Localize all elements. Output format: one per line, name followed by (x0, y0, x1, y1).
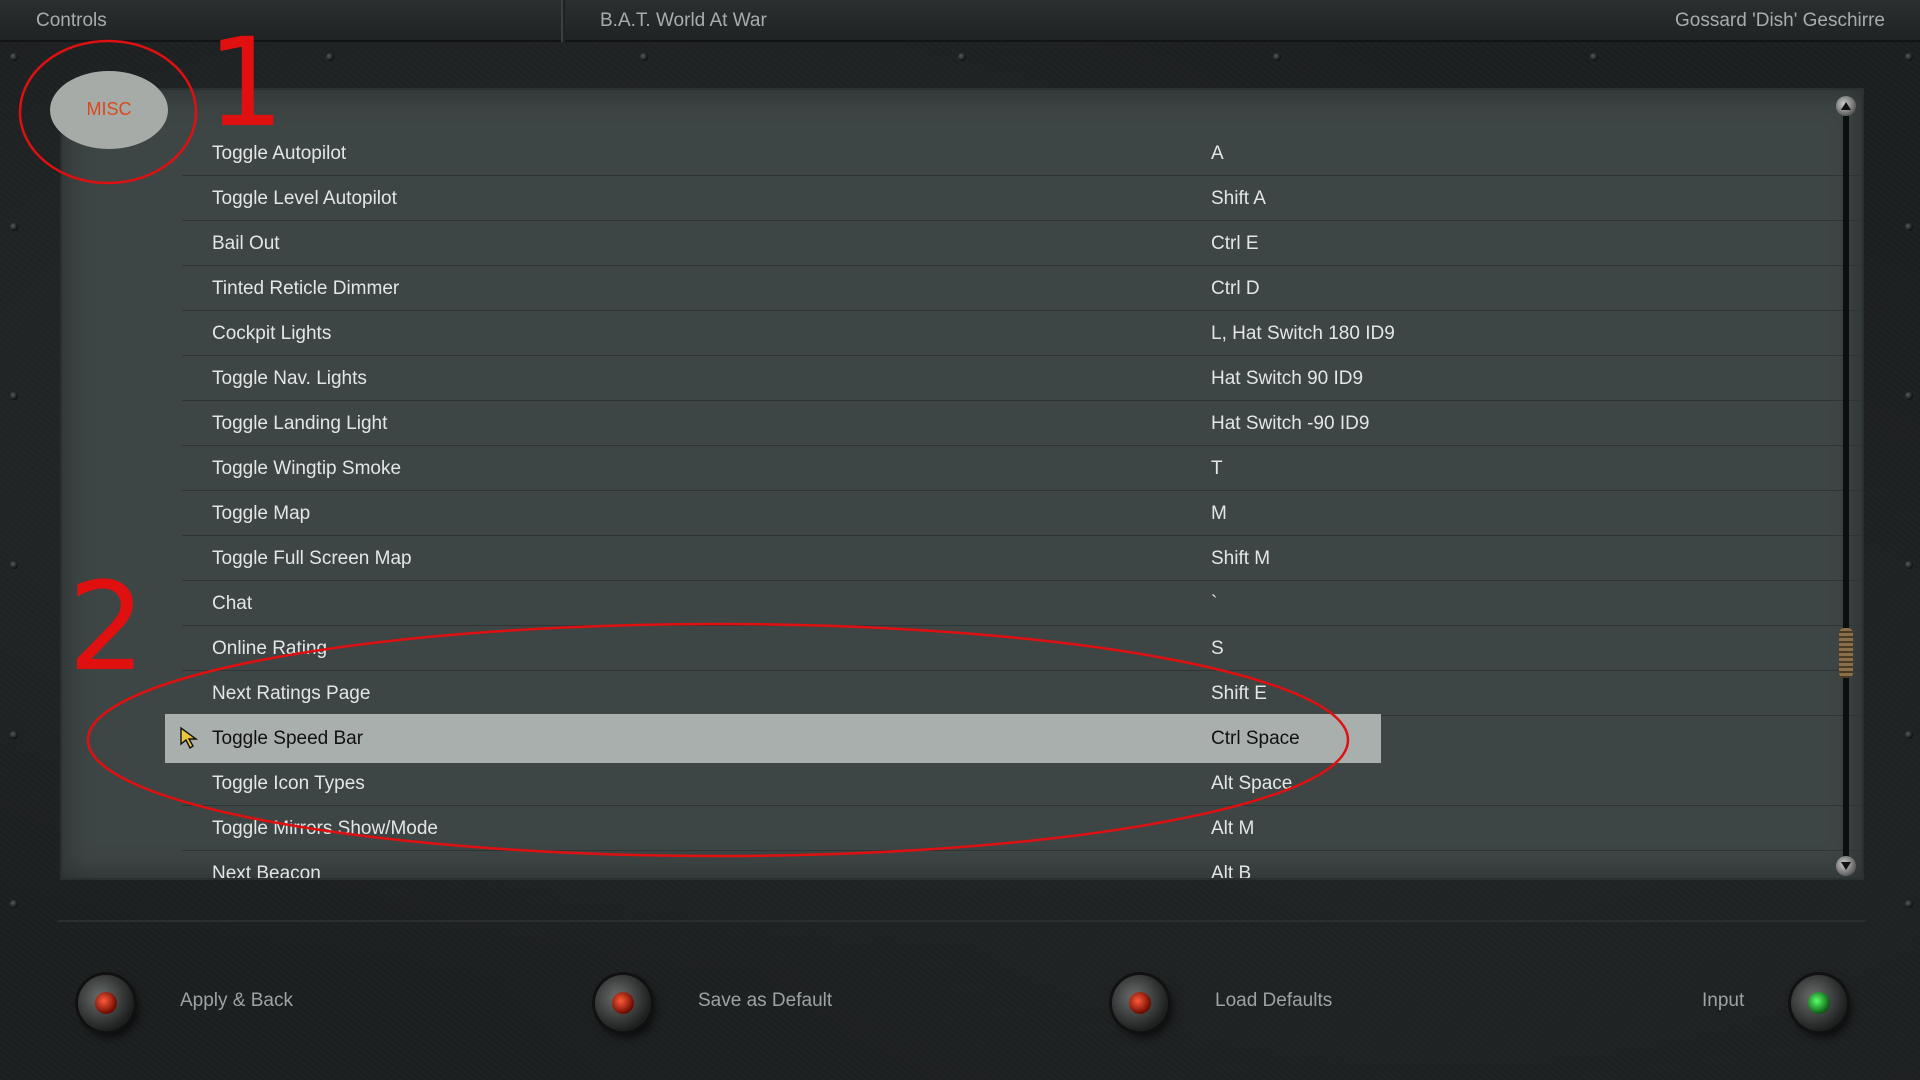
status-lamp-icon (1808, 992, 1830, 1014)
pointer-cursor-icon (180, 726, 199, 750)
title-tab: B.A.T. World At War Gossard 'Dish' Gesch… (565, 0, 1920, 42)
binding-action: Tinted Reticle Dimmer (212, 278, 400, 299)
binding-row[interactable]: Chat ` (182, 581, 1862, 626)
rivet (10, 223, 18, 231)
status-lamp-icon (612, 992, 634, 1014)
binding-action: Toggle Full Screen Map (212, 548, 412, 569)
footer-divider (58, 920, 1866, 922)
status-lamp-icon (95, 992, 117, 1014)
binding-row[interactable]: Online Rating S (182, 626, 1862, 671)
apply-back-button[interactable]: Apply & Back (180, 990, 293, 1012)
binding-key[interactable]: T (1211, 458, 1223, 480)
binding-row[interactable]: Toggle Mirrors Show/Mode Alt M (182, 806, 1862, 851)
bindings-panel: Toggle Autopilot A Toggle Level Autopilot S… (62, 90, 1862, 878)
binding-action: Toggle Nav. Lights (212, 368, 367, 389)
rivet (1905, 731, 1913, 739)
scroll-down-button[interactable] (1836, 856, 1856, 876)
rivet (958, 53, 966, 61)
binding-row[interactable]: Toggle Level Autopilot Shift A (182, 176, 1862, 221)
category-misc-button[interactable]: MISC (50, 71, 168, 149)
rivet (1905, 53, 1913, 61)
binding-action: Next Beacon (212, 863, 321, 878)
binding-action: Toggle Icon Types (212, 773, 365, 794)
user-name: Gossard 'Dish' Geschirre (1675, 10, 1885, 31)
apply-back-knob[interactable] (78, 975, 134, 1031)
binding-row[interactable]: Next Ratings Page Shift E (182, 671, 1862, 716)
rivet (10, 53, 18, 61)
binding-row[interactable]: Toggle Autopilot A (182, 131, 1862, 176)
binding-action: Toggle Map (212, 503, 311, 524)
binding-row[interactable]: Bail Out Ctrl E (182, 221, 1862, 266)
binding-row[interactable]: Toggle Icon Types Alt Space (182, 761, 1862, 806)
rivet (1905, 900, 1913, 908)
binding-key[interactable]: Shift E (1211, 683, 1267, 705)
binding-row[interactable]: Toggle Wingtip Smoke T (182, 446, 1862, 491)
save-default-knob[interactable] (595, 975, 651, 1031)
binding-row[interactable]: Tinted Reticle Dimmer Ctrl D (182, 266, 1862, 311)
binding-key[interactable]: A (1211, 143, 1224, 165)
binding-key[interactable]: ` (1211, 593, 1217, 615)
binding-key[interactable]: L, Hat Switch 180 ID9 (1211, 323, 1395, 345)
load-defaults-button[interactable]: Load Defaults (1215, 990, 1332, 1012)
rivet (10, 392, 18, 400)
binding-action: Toggle Speed Bar (212, 728, 364, 749)
binding-key[interactable]: Alt Space (1211, 773, 1292, 795)
binding-key[interactable]: M (1211, 503, 1227, 525)
binding-key[interactable]: Hat Switch 90 ID9 (1211, 368, 1363, 390)
binding-action: Chat (212, 593, 253, 614)
rivet (10, 561, 18, 569)
rivet (1905, 223, 1913, 231)
binding-key[interactable]: Shift A (1211, 188, 1266, 210)
rivet (1590, 53, 1598, 61)
binding-key[interactable]: Ctrl D (1211, 278, 1260, 300)
scroll-track[interactable] (1843, 114, 1849, 858)
binding-action: Next Ratings Page (212, 683, 371, 704)
binding-row[interactable]: Toggle Full Screen Map Shift M (182, 536, 1862, 581)
binding-row[interactable]: Cockpit Lights L, Hat Switch 180 ID9 (182, 311, 1862, 356)
rivet (10, 731, 18, 739)
binding-row[interactable]: Toggle Nav. Lights Hat Switch 90 ID9 (182, 356, 1862, 401)
binding-action: Cockpit Lights (212, 323, 332, 344)
binding-row[interactable]: Toggle Landing Light Hat Switch -90 ID9 (182, 401, 1862, 446)
input-button[interactable]: Input (1702, 990, 1744, 1012)
top-bar: Controls B.A.T. World At War Gossard 'Di… (0, 0, 1920, 42)
scrollbar[interactable] (1835, 96, 1857, 876)
binding-key[interactable]: Shift M (1211, 548, 1270, 570)
rivet (10, 900, 18, 908)
binding-action: Online Rating (212, 638, 328, 659)
binding-key[interactable]: Ctrl Space (1211, 728, 1300, 750)
status-lamp-icon (1129, 992, 1151, 1014)
annotation-number-1: 1 (207, 12, 285, 154)
binding-action: Bail Out (212, 233, 280, 254)
category-label: MISC (86, 99, 132, 119)
binding-key[interactable]: Alt M (1211, 818, 1254, 840)
rivet (326, 53, 334, 61)
scroll-thumb[interactable] (1839, 627, 1853, 678)
rivet (1905, 392, 1913, 400)
binding-action: Toggle Wingtip Smoke (212, 458, 402, 479)
section-title: Controls (36, 10, 107, 31)
rivet (640, 53, 648, 61)
rivet (1273, 53, 1281, 61)
save-default-button[interactable]: Save as Default (698, 990, 832, 1012)
binding-row[interactable]: Next Beacon Alt B (182, 851, 1862, 878)
binding-action: Toggle Level Autopilot (212, 188, 397, 209)
footer-bar: Apply & Back Save as Default Load Defaul… (0, 920, 1920, 1080)
load-defaults-knob[interactable] (1112, 975, 1168, 1031)
binding-action: Toggle Mirrors Show/Mode (212, 818, 438, 839)
binding-row[interactable]: Toggle Speed Bar Ctrl Space (165, 714, 1381, 763)
scroll-up-button[interactable] (1836, 96, 1856, 116)
binding-key[interactable]: Ctrl E (1211, 233, 1259, 255)
annotation-number-2: 2 (68, 556, 146, 698)
binding-key[interactable]: Hat Switch -90 ID9 (1211, 413, 1369, 435)
binding-row[interactable]: Toggle Map M (182, 491, 1862, 536)
binding-action: Toggle Landing Light (212, 413, 388, 434)
game-title: B.A.T. World At War (600, 10, 767, 31)
binding-key[interactable]: S (1211, 638, 1224, 660)
input-knob[interactable] (1791, 975, 1847, 1031)
arrow-down-icon (1841, 862, 1851, 870)
arrow-up-icon (1841, 102, 1851, 110)
binding-key[interactable]: Alt B (1211, 863, 1251, 878)
rivet (1905, 561, 1913, 569)
